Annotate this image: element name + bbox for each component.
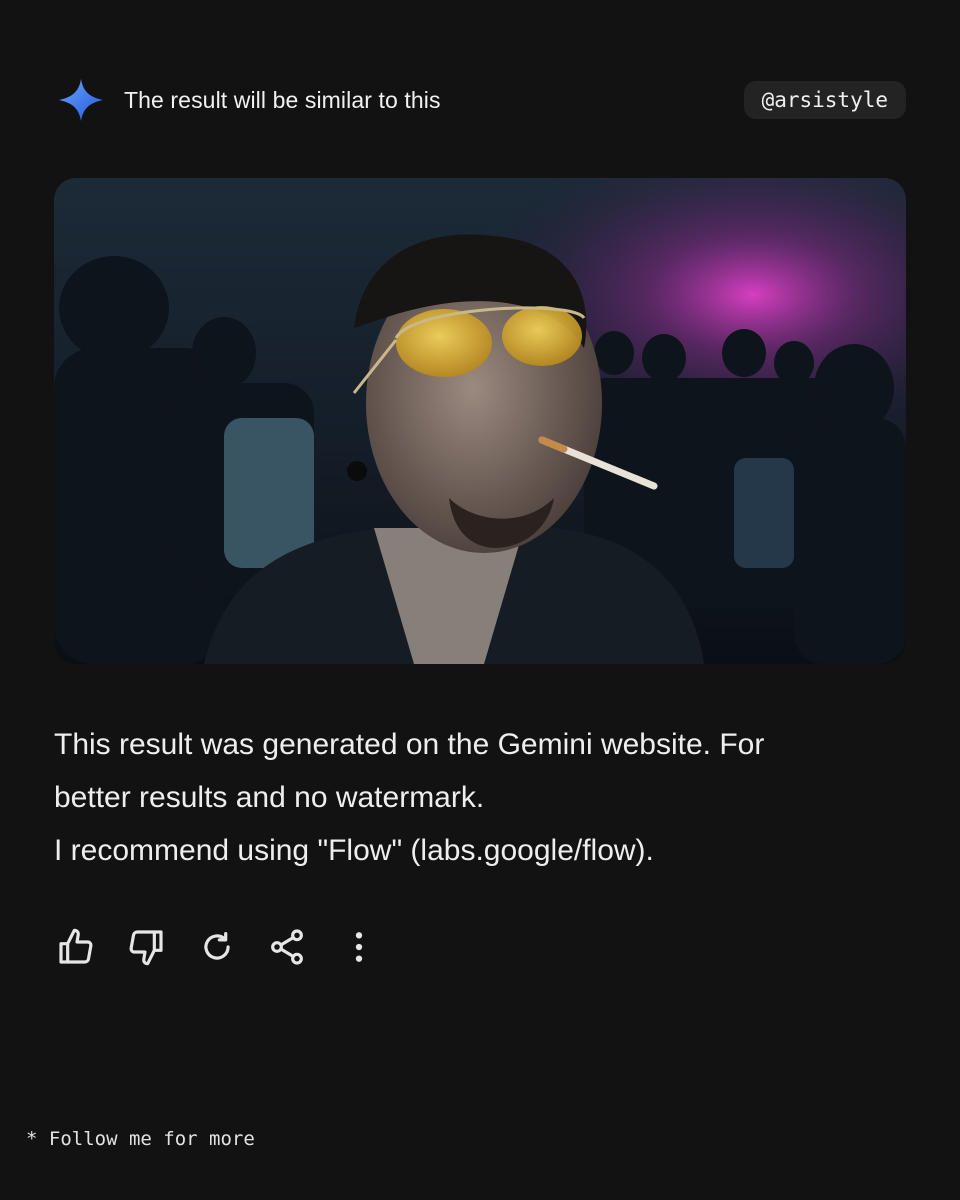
- share-icon: [271, 929, 303, 965]
- thumbs-up-icon: [59, 928, 93, 964]
- response-actions: [54, 924, 394, 970]
- generated-photo: [54, 178, 906, 664]
- thumbs-down-icon: [129, 930, 163, 966]
- message-line: better results and no watermark.: [54, 781, 485, 814]
- author-handle-badge: @arsistyle: [743, 81, 906, 119]
- more-vert-icon: [355, 932, 363, 962]
- regenerate-icon: [204, 931, 230, 960]
- header-title: The result will be similar to this: [124, 87, 441, 113]
- share-button[interactable]: [265, 924, 309, 970]
- response-header: The result will be similar to this @arsi…: [58, 78, 906, 122]
- message-line: This result was generated on the Gemini …: [54, 728, 765, 761]
- gemini-sparkle-icon: [59, 79, 103, 121]
- thumbs-down-button[interactable]: [124, 924, 168, 970]
- generated-image[interactable]: [54, 178, 906, 664]
- response-message: This result was generated on the Gemini …: [54, 718, 874, 877]
- thumbs-up-button[interactable]: [54, 924, 98, 970]
- more-options-button[interactable]: [337, 924, 381, 970]
- footer-note: * Follow me for more: [26, 1128, 255, 1150]
- regenerate-button[interactable]: [195, 924, 239, 970]
- message-line: I recommend using "Flow" (labs.google/fl…: [54, 834, 654, 867]
